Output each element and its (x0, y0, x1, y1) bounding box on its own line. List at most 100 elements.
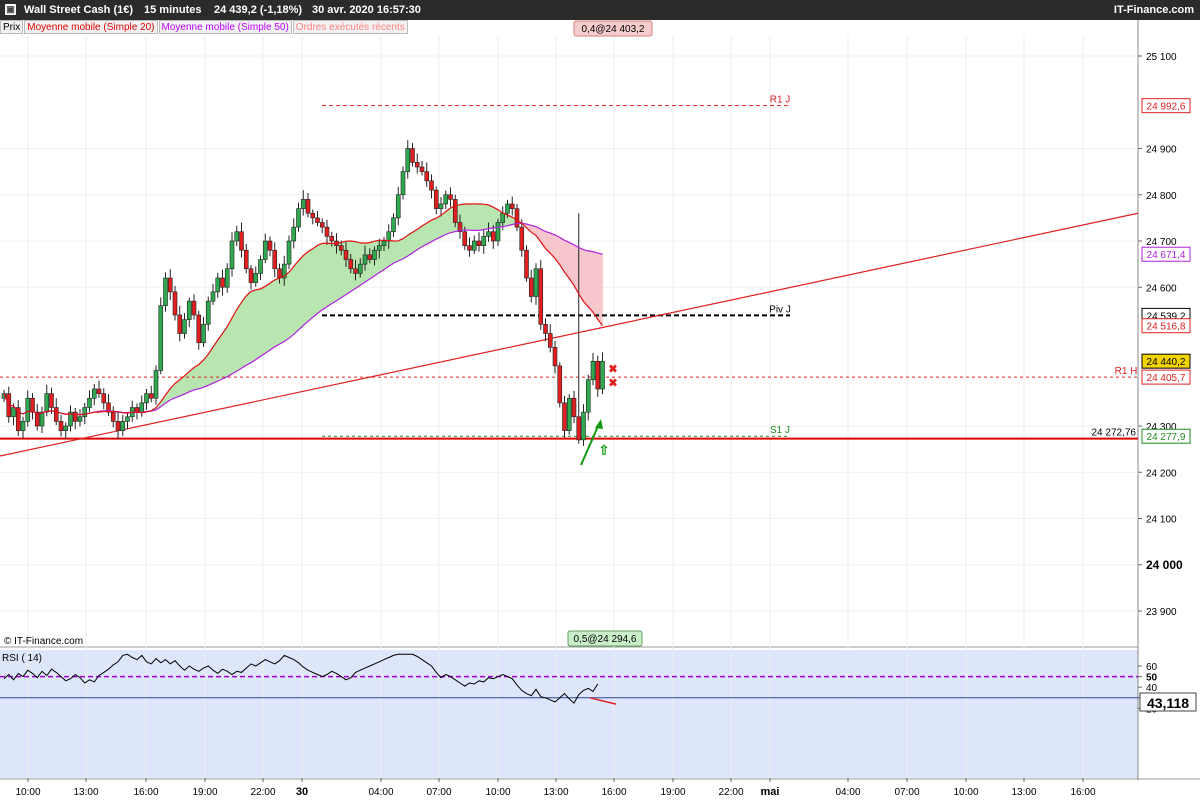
candle-body (167, 277, 173, 293)
candle-body (215, 277, 221, 293)
ma-cloud-segment (421, 222, 428, 248)
ma-cloud-segment (393, 240, 399, 264)
candle-body (381, 240, 387, 246)
price-tag: 24 277,9 (1141, 428, 1191, 444)
ma-cloud-segment (407, 231, 413, 257)
price-tag-text: 24 277,9 (1147, 432, 1186, 443)
candle-body (391, 217, 396, 233)
candle-body (77, 416, 83, 422)
price-tag: 24 440,2 (1141, 353, 1191, 369)
time-axis-label: 10:00 (15, 787, 40, 798)
time-axis-label: 04:00 (368, 787, 393, 798)
candle-body (144, 393, 149, 404)
ma-cloud-segment (279, 275, 285, 345)
ma-cloud-segment (483, 203, 489, 230)
candle-body (220, 277, 225, 288)
candle-body (182, 319, 187, 334)
ma-cloud-segment (307, 248, 314, 323)
time-axis-label: 19:00 (192, 787, 217, 798)
candle-body (172, 291, 178, 316)
candle-body (557, 365, 563, 404)
ma-cloud-segment (592, 251, 599, 321)
rsi-background (0, 650, 1138, 778)
candle-body (58, 421, 64, 431)
rsi-axis-label: 60 (1146, 662, 1158, 673)
price-axis-label: 24 600 (1146, 283, 1177, 294)
candle-body (82, 407, 88, 418)
candle-body (566, 397, 572, 431)
ma-cloud-segment (488, 204, 494, 229)
candle-body (448, 194, 453, 200)
candle-body (258, 259, 263, 274)
candle-body (338, 245, 344, 251)
rsi-value-text: 43,118 (1147, 695, 1189, 711)
candle-body (395, 194, 401, 219)
candle-body (39, 411, 45, 427)
candle-body (25, 397, 31, 422)
ma-cloud-segment (298, 254, 304, 331)
candle-body (348, 259, 354, 270)
ma-cloud-segment (236, 301, 242, 372)
time-axis-label: 04:00 (835, 787, 860, 798)
candle-body (319, 222, 325, 228)
candle-body (357, 263, 363, 274)
candle-body (49, 393, 54, 408)
candle-body (362, 254, 368, 265)
candle-body (476, 240, 482, 246)
candle-body (590, 360, 596, 381)
candle-body (210, 291, 216, 302)
candle-body (234, 231, 240, 242)
rsi-value-tag: 43,118 (1139, 692, 1197, 712)
candle-body (452, 199, 458, 223)
ma-cloud-segment (288, 265, 295, 339)
support-value-label: 24 272,76 (1092, 428, 1137, 439)
candle-body (120, 421, 126, 431)
candle-body (400, 171, 406, 196)
candle-body (386, 231, 392, 242)
candle-body (505, 203, 510, 214)
ma-cloud-segment (241, 294, 247, 369)
candle-body (11, 407, 16, 418)
candle-body (310, 212, 316, 219)
candle-body (528, 277, 534, 297)
candle-body (353, 268, 358, 274)
price-tag-text: 24 516,8 (1147, 322, 1186, 333)
candle-body (139, 402, 145, 413)
candle-body (376, 245, 382, 251)
candle-body (125, 416, 130, 422)
candle-body (267, 240, 273, 251)
ma-cloud-segment (302, 250, 309, 327)
price-axis-label: 24 800 (1146, 191, 1177, 202)
price-tag: 24 516,8 (1141, 318, 1191, 334)
candle-body (229, 240, 235, 270)
ma-cloud-segment (312, 244, 318, 318)
candle-body (20, 421, 26, 431)
candle-body (410, 148, 415, 163)
ma-cloud-segment (464, 203, 470, 231)
candle-body (53, 407, 59, 422)
ma-cloud-segment (397, 238, 404, 262)
time-axis-label: 16:00 (133, 787, 158, 798)
time-axis-label: 22:00 (718, 787, 743, 798)
price-tag: 24 992,6 (1141, 98, 1191, 114)
ma-cloud-segment (269, 279, 276, 351)
ma-cloud-segment (473, 203, 480, 231)
time-axis-label: 30 (296, 786, 308, 798)
candle-body (205, 300, 211, 325)
price-axis-label: 24 900 (1146, 145, 1177, 156)
ma-cloud-segment (445, 207, 451, 235)
candle-body (367, 254, 373, 260)
candle-body (443, 194, 449, 205)
ma-clouds (3, 203, 603, 415)
candle-body (519, 226, 525, 251)
candle-body (419, 166, 425, 172)
candle-body (433, 189, 439, 209)
price-tag: 24 671,4 (1141, 246, 1191, 262)
time-axis-label: 07:00 (894, 787, 919, 798)
price-chart[interactable]: R1 JPiv JR1 HS1 J 24 272,76 0,4@24 403,20… (0, 0, 1200, 800)
candle-body (509, 203, 515, 209)
candle-body (538, 268, 544, 325)
candle-body (243, 249, 249, 270)
sell-order-marker: ✖ (608, 363, 617, 375)
time-axis-label: 13:00 (73, 787, 98, 798)
